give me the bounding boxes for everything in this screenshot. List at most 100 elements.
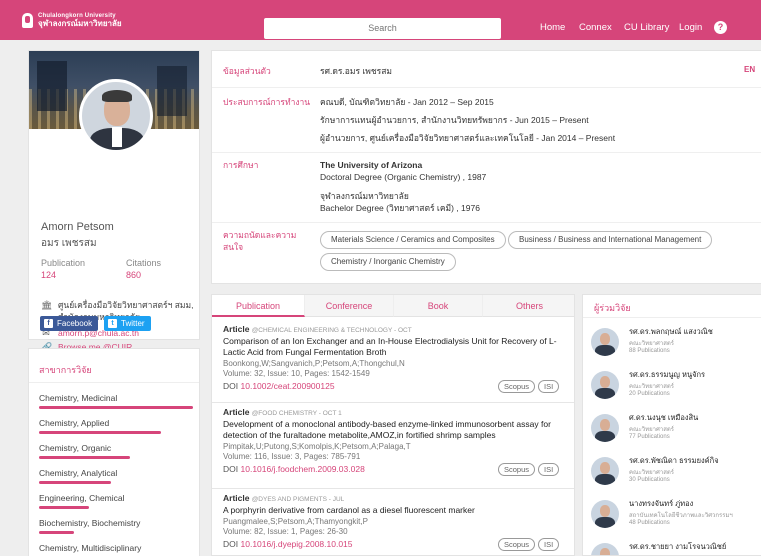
pub-authors: Pimpitak,U;Putong,S;Komolpis,K;Petsom,A;… bbox=[223, 442, 411, 451]
research-field-item[interactable]: Chemistry, Applied bbox=[39, 418, 109, 428]
co-researcher-item[interactable]: รศ.ดร.ชายยา งามโรจนวณิชย์ bbox=[591, 539, 761, 555]
work-item: คณบดี, บัณฑิตวิทยาลัย - Jan 2012 – Sep 2… bbox=[320, 97, 494, 107]
profile-name-th: อมร เพชรสม bbox=[41, 238, 97, 249]
isi-badge[interactable]: ISI bbox=[538, 538, 560, 551]
co-researcher-name[interactable]: รศ.ดร.พลกฤษณ์ แสงวณิช bbox=[629, 326, 713, 338]
co-researcher-item[interactable]: ศ.ดร.นงนุช เหมืองสินคณะวิทยาศาสตร์ 77 Pub… bbox=[591, 410, 761, 450]
divider bbox=[212, 152, 761, 153]
co-researcher-publication-count: 30 Publications bbox=[629, 477, 670, 483]
nav-login[interactable]: Login bbox=[679, 20, 702, 36]
research-field-item[interactable]: Chemistry, Analytical bbox=[39, 468, 117, 478]
isi-badge[interactable]: ISI bbox=[538, 380, 560, 393]
research-field-item[interactable]: Biochemistry, Biochemistry bbox=[39, 518, 140, 528]
pub-title[interactable]: Development of a monoclonal antibody-bas… bbox=[223, 419, 561, 441]
divider bbox=[583, 317, 761, 318]
education-degree: Doctoral Degree (Organic Chemistry) , 19… bbox=[320, 172, 487, 182]
search-input[interactable] bbox=[264, 18, 501, 39]
research-field-bar bbox=[39, 531, 74, 534]
pub-doi: DOI 10.1016/j.foodchem.2009.03.028 bbox=[223, 464, 365, 474]
doi-link[interactable]: 10.1016/j.foodchem.2009.03.028 bbox=[241, 464, 365, 474]
personal-info-value: รศ.ดร.อมร เพชรสม bbox=[320, 66, 393, 76]
twitter-label: Twitter bbox=[121, 319, 145, 328]
facebook-label: Facebook bbox=[57, 319, 93, 328]
pub-doi: DOI 10.1016/j.dyepig.2008.10.015 bbox=[223, 539, 353, 549]
co-researcher-item[interactable]: นางทรงจันทร์ ภู่ทอง สถาบันเทคโนโลยีชีวภาพ… bbox=[591, 496, 761, 536]
pub-venue: @FOOD CHEMISTRY - OCT 1 bbox=[251, 410, 342, 417]
co-researcher-publication-count: 77 Publications bbox=[629, 434, 670, 440]
tab-others[interactable]: Others bbox=[483, 295, 574, 317]
facebook-icon: f bbox=[44, 319, 53, 328]
education-school: จุฬาลงกรณ์มหาวิทยาลัย bbox=[320, 191, 409, 201]
work-item: ผู้อำนวยการ, ศูนย์เครื่องมือวิจัยวิทยาศา… bbox=[320, 133, 616, 143]
pub-type: Article bbox=[223, 324, 250, 334]
research-field-item[interactable]: Chemistry, Organic bbox=[39, 443, 111, 453]
scopus-badge[interactable]: Scopus bbox=[498, 380, 536, 393]
facebook-button[interactable]: f Facebook bbox=[40, 316, 99, 331]
co-researcher-name[interactable]: นางทรงจันทร์ ภู่ทอง bbox=[629, 498, 693, 510]
co-researcher-name[interactable]: รศ.ดร.ชายยา งามโรจนวณิชย์ bbox=[629, 541, 726, 553]
pub-venue: @CHEMICAL ENGINEERING & TECHNOLOGY - OCT bbox=[251, 327, 412, 334]
avatar bbox=[591, 371, 619, 399]
university-logo[interactable]: Chulalongkorn University จุฬาลงกรณ์มหาวิ… bbox=[22, 12, 122, 28]
co-researcher-item[interactable]: รศ.ดร.ธรรมนูญ หนูจักร คณะวิทยาศาสตร์ 20 Pu… bbox=[591, 367, 761, 407]
scopus-badge[interactable]: Scopus bbox=[498, 538, 536, 551]
co-researcher-name[interactable]: รศ.ดร.พัชณิดา ธรรมยงค์กิจ bbox=[629, 455, 719, 467]
co-researcher-name[interactable]: รศ.ดร.ธรรมนูญ หนูจักร bbox=[629, 369, 705, 381]
research-field-item[interactable]: Chemistry, Medicinal bbox=[39, 393, 117, 403]
pub-volume: Volume: 82, Issue: 1, Pages: 26-30 bbox=[223, 527, 348, 536]
pub-authors: Puangmalee,S;Petsom,A;Thamyongkit,P bbox=[223, 517, 368, 526]
research-field-bar bbox=[39, 506, 89, 509]
pub-authors: Boonkong,W;Sangvanich,P;Petsom,A;Thongch… bbox=[223, 359, 405, 368]
twitter-button[interactable]: t Twitter bbox=[104, 316, 151, 331]
work-item: รักษาการแทนผู้อำนวยการ, สำนักงานวิทยทรัพ… bbox=[320, 115, 589, 125]
language-toggle[interactable]: EN bbox=[744, 65, 755, 74]
nav-cu-library[interactable]: CU Library bbox=[624, 20, 669, 36]
co-researcher-department: คณะวิทยาศาสตร์ bbox=[629, 470, 674, 476]
research-field-item[interactable]: Engineering, Chemical bbox=[39, 493, 125, 503]
research-field-item[interactable]: Chemistry, Multidisciplinary bbox=[39, 543, 141, 553]
avatar bbox=[591, 457, 619, 485]
avatar bbox=[591, 500, 619, 528]
tab-book[interactable]: Book bbox=[394, 295, 483, 317]
scopus-badge[interactable]: Scopus bbox=[498, 463, 536, 476]
education-school: The University of Arizona bbox=[320, 160, 423, 170]
isi-badge[interactable]: ISI bbox=[538, 463, 560, 476]
pub-doi: DOI 10.1002/ceat.200900125 bbox=[223, 381, 335, 391]
affiliation-line-1: ศูนย์เครื่องมือวิจัยวิทยาศาสตร์ฯ สมม, bbox=[58, 300, 194, 310]
twitter-icon: t bbox=[108, 319, 117, 328]
co-researcher-item[interactable]: รศ.ดร.พลกฤษณ์ แสงวณิช คณะวิทยาศาสตร์ 88 Pu… bbox=[591, 324, 761, 364]
pub-volume: Volume: 32, Issue: 10, Pages: 1542-1549 bbox=[223, 369, 370, 378]
interest-chip[interactable]: Materials Science / Ceramics and Composi… bbox=[320, 231, 506, 249]
education-degree: Bachelor Degree (วิทยาศาสตร์ เคมี) , 197… bbox=[320, 203, 480, 213]
doi-link[interactable]: 10.1016/j.dyepig.2008.10.015 bbox=[241, 539, 353, 549]
co-researcher-department: คณะวิทยาศาสตร์ bbox=[629, 427, 674, 433]
nav-connex[interactable]: Connex bbox=[579, 20, 612, 36]
tab-conference[interactable]: Conference bbox=[305, 295, 394, 317]
tab-publication[interactable]: Publication bbox=[212, 295, 305, 317]
interest-chip[interactable]: Chemistry / Inorganic Chemistry bbox=[320, 253, 456, 271]
divider bbox=[212, 87, 761, 88]
divider bbox=[212, 402, 574, 403]
co-researcher-name[interactable]: ศ.ดร.นงนุช เหมืองสิน bbox=[629, 412, 698, 424]
co-researcher-item[interactable]: รศ.ดร.พัชณิดา ธรรมยงค์กิจคณะวิทยาศาสตร์ 3… bbox=[591, 453, 761, 493]
pub-type: Article bbox=[223, 493, 250, 503]
co-researcher-publication-count: 48 Publications bbox=[629, 520, 670, 526]
profile-card: Amorn Petsom อมร เพชรสม Publication 124 … bbox=[28, 50, 200, 352]
pub-title[interactable]: Comparison of an Ion Exchanger and an In… bbox=[223, 336, 561, 358]
citations-count[interactable]: 860 bbox=[126, 270, 141, 280]
help-icon[interactable]: ? bbox=[714, 21, 727, 34]
divider bbox=[212, 222, 761, 223]
publication-item: Article @CHEMICAL ENGINEERING & TECHNOLO… bbox=[212, 324, 574, 402]
logo-thai-name: จุฬาลงกรณ์มหาวิทยาลัย bbox=[38, 19, 122, 28]
nav-home[interactable]: Home bbox=[540, 20, 565, 36]
personal-info-label: ข้อมูลส่วนตัว bbox=[223, 66, 271, 76]
avatar bbox=[591, 414, 619, 442]
publication-count[interactable]: 124 bbox=[41, 270, 56, 280]
doi-link[interactable]: 10.1002/ceat.200900125 bbox=[241, 381, 335, 391]
top-bar: Chulalongkorn University จุฬาลงกรณ์มหาวิ… bbox=[0, 0, 761, 40]
research-field-bar bbox=[39, 481, 111, 484]
interest-chip[interactable]: Business / Business and International Ma… bbox=[508, 231, 713, 249]
education-label: การศึกษา bbox=[223, 160, 259, 170]
pub-title[interactable]: A porphyrin derivative from cardanol as … bbox=[223, 505, 561, 516]
interests-label: ความถนัดและความ สนใจ bbox=[223, 230, 297, 252]
